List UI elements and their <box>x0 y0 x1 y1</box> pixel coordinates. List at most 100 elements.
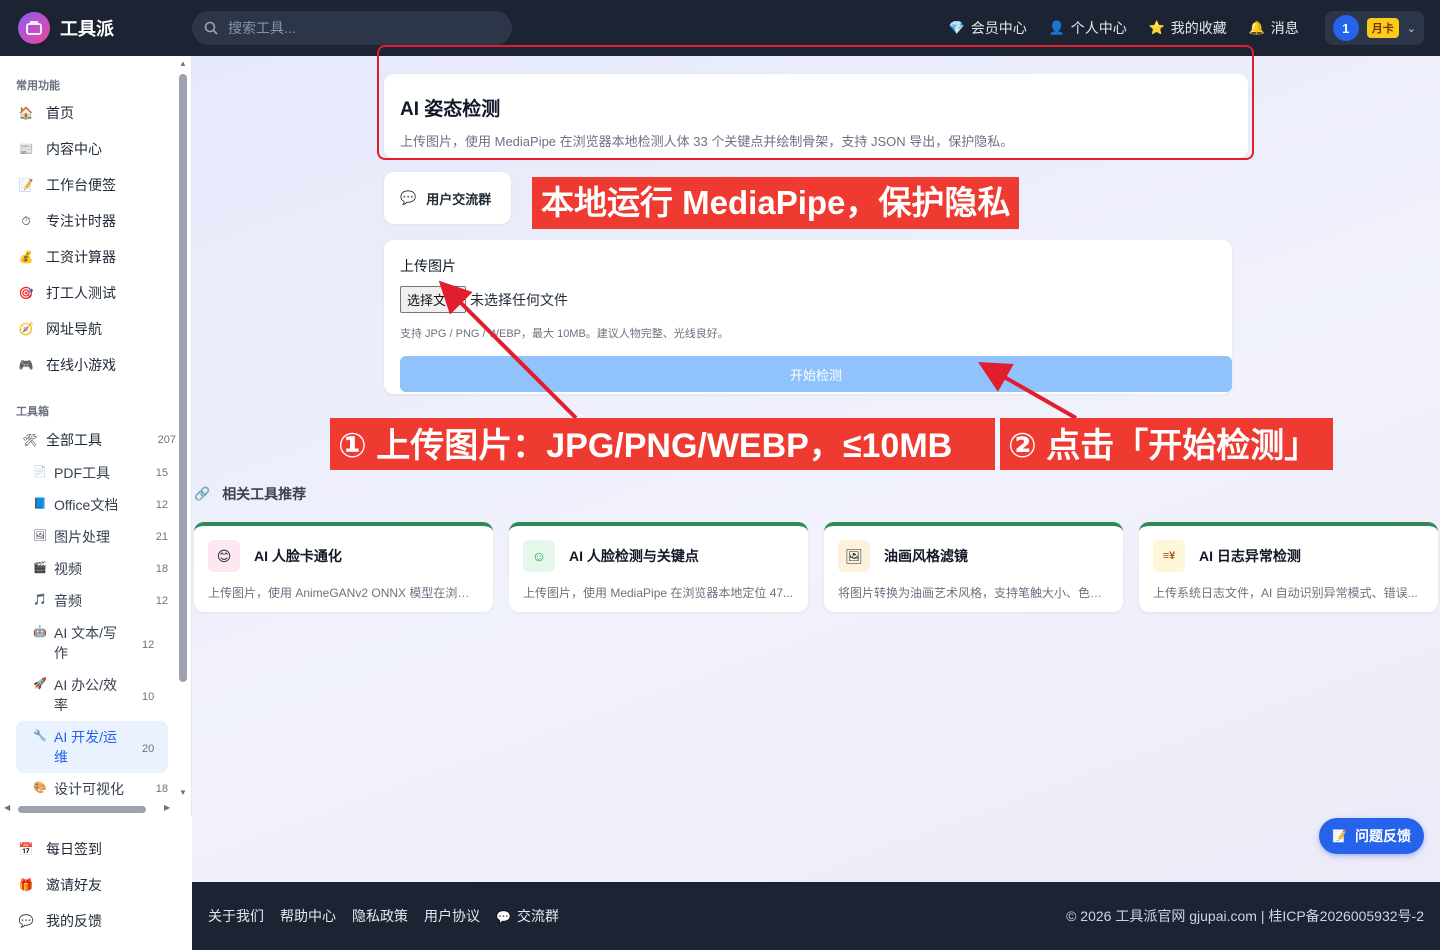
tool-name: 油画风格滤镜 <box>884 548 968 564</box>
sidebar-item-label: 设计可视化 <box>54 781 124 797</box>
gamepad-icon: 🎮 <box>18 358 34 372</box>
face-icon: ☺ <box>523 540 555 572</box>
home-icon: 🏠 <box>18 106 34 120</box>
user-icon: 👤 <box>1048 20 1065 35</box>
sidebar-item-my-feedback[interactable]: 💬 我的反馈 <box>16 911 168 931</box>
sidebar-item-all-tools[interactable]: 🛠 全部工具 207 <box>20 430 176 450</box>
tool-description: 上传图片，使用 AnimeGANv2 ONNX 模型在浏览... <box>208 586 479 600</box>
sidebar-item-label: 邀请好友 <box>46 877 102 893</box>
sidebar-item-label: AI 文本/写作 <box>54 625 118 661</box>
sidebar-item-worker-test[interactable]: 🎯 打工人测试 <box>16 283 168 303</box>
nav-label: 我的收藏 <box>1170 20 1227 36</box>
picture-frame-icon: 🖼 <box>838 540 870 572</box>
sidebar-item-home[interactable]: 🏠 首页 <box>16 103 168 123</box>
speech-bubble-icon: 💬 <box>496 910 511 924</box>
sidebar-item-label: 在线小游戏 <box>46 357 116 373</box>
scrollbar-thumb[interactable] <box>179 74 187 682</box>
tool-description: 上传系统日志文件，AI 自动识别异常模式、错误... <box>1153 586 1418 600</box>
annotation-step2: ② 点击「开始检测」 <box>1000 418 1333 470</box>
sidebar: 常用功能 🏠 首页 📰 内容中心 📝 工作台便签 ⏱ 专注计时器 💰 工资计算器 🎯 打工人… <box>0 56 192 950</box>
related-tool-card[interactable]: ≡¥ AI 日志异常检测 上传系统日志文件，AI 自动识别异常模式、错误... <box>1139 522 1438 612</box>
tool-count: 21 <box>155 531 168 543</box>
nav-favorites[interactable]: ⭐ 我的收藏 <box>1149 18 1227 38</box>
search-icon <box>204 21 218 35</box>
sidebar-item-games[interactable]: 🎮 在线小游戏 <box>16 355 168 375</box>
sidebar-item-label: 图片处理 <box>54 529 110 545</box>
sidebar-item-label: 网址导航 <box>46 321 102 337</box>
sidebar-item-invite[interactable]: 🎁 邀请好友 <box>16 875 168 895</box>
search-box[interactable] <box>192 11 512 45</box>
office-icon: 📘 <box>33 498 47 510</box>
tool-count: 18 <box>155 783 168 795</box>
sidebar-item-label: AI 开发/运维 <box>54 729 118 765</box>
image-icon: 🖼 <box>33 530 47 542</box>
robot-icon: 🤖 <box>33 626 47 638</box>
scroll-right-icon[interactable]: ▶ <box>164 803 170 812</box>
sidebar-item-label: 首页 <box>46 105 74 121</box>
sidebar-item-label: 打工人测试 <box>46 285 116 301</box>
arrow-to-upload <box>438 280 578 420</box>
sidebar-scroll-area: 常用功能 🏠 首页 📰 内容中心 📝 工作台便签 ⏱ 专注计时器 💰 工资计算器 🎯 打工人… <box>0 56 192 816</box>
sidebar-item-label: 全部工具 <box>46 432 102 448</box>
nav-label: 会员中心 <box>970 20 1027 36</box>
scroll-up-icon[interactable]: ▲ <box>179 59 187 68</box>
footer-link-about[interactable]: 关于我们 <box>208 906 264 926</box>
rocket-icon: 🚀 <box>33 678 47 690</box>
sidebar-item-label: 音频 <box>54 593 82 609</box>
sidebar-item-ai-writing[interactable]: 🤖 AI 文本/写作 <box>32 623 118 663</box>
tool-description: 将图片转换为油画艺术风格，支持笔触大小、色彩... <box>838 586 1109 600</box>
related-tool-card[interactable]: ☺ AI 人脸检测与关键点 上传图片，使用 MediaPipe 在浏览器本地定位 … <box>509 522 808 612</box>
sidebar-item-audio[interactable]: 🎵 音频 12 <box>32 591 168 611</box>
feedback-icon: 📝 <box>1332 829 1347 843</box>
related-tool-card[interactable]: 😊 AI 人脸卡通化 上传图片，使用 AnimeGANv2 ONNX 模型在浏览.… <box>194 522 493 612</box>
sidebar-item-content[interactable]: 📰 内容中心 <box>16 139 168 159</box>
sidebar-item-ai-devops[interactable]: 🔧 AI 开发/运维 <box>32 727 118 767</box>
sidebar-item-design[interactable]: 🎨 设计可视化 18 <box>32 779 168 799</box>
timer-icon: ⏱ <box>21 213 31 228</box>
sidebar-item-notes[interactable]: 📝 工作台便签 <box>16 175 168 195</box>
search-input[interactable] <box>228 20 488 36</box>
scroll-left-icon[interactable]: ◀ <box>4 803 10 812</box>
logo-icon <box>18 12 50 44</box>
user-menu[interactable]: 1 月卡 ⌄ <box>1324 11 1424 45</box>
scrollbar-thumb[interactable] <box>18 806 146 813</box>
footer-link-group[interactable]: 💬 交流群 <box>496 906 559 926</box>
related-tool-card[interactable]: 🖼 油画风格滤镜 将图片转换为油画艺术风格，支持笔触大小、色彩... <box>824 522 1123 612</box>
footer: 关于我们 帮助中心 隐私政策 用户协议 💬 交流群 © 2026 工具派官网 gj… <box>192 882 1440 950</box>
pdf-icon: 📄 <box>33 466 47 478</box>
scroll-down-icon[interactable]: ▼ <box>179 788 187 797</box>
calendar-icon: 📅 <box>18 842 34 856</box>
sidebar-item-salary[interactable]: 💰 工资计算器 <box>16 247 168 267</box>
compass-icon: 🧭 <box>18 322 34 336</box>
avatar: 1 <box>1332 15 1359 41</box>
related-tools-title: 🔗 相关工具推荐 <box>194 484 306 504</box>
sidebar-item-label: PDF工具 <box>54 465 110 481</box>
logo[interactable]: 工具派 <box>18 12 192 44</box>
sidebar-item-label: Office文档 <box>54 497 119 513</box>
footer-link-privacy[interactable]: 隐私政策 <box>352 906 408 926</box>
tool-count: 207 <box>157 434 176 446</box>
sidebar-vertical-scrollbar[interactable]: ▲ ▼ <box>178 59 188 806</box>
sidebar-item-office[interactable]: 📘 Office文档 12 <box>32 495 168 515</box>
annotation-step1: ① 上传图片：JPG/PNG/WEBP，≤10MB <box>330 418 995 470</box>
section-common-title: 常用功能 <box>16 80 60 92</box>
top-nav: 💎 会员中心 👤 个人中心 ⭐ 我的收藏 🔔 消息 1 月卡 ⌄ <box>949 11 1424 45</box>
footer-link-help[interactable]: 帮助中心 <box>280 906 336 926</box>
nav-profile[interactable]: 👤 个人中心 <box>1049 18 1127 38</box>
sidebar-item-url-nav[interactable]: 🧭 网址导航 <box>16 319 168 339</box>
feedback-button[interactable]: 📝 问题反馈 <box>1319 818 1424 854</box>
footer-link-terms[interactable]: 用户协议 <box>424 906 480 926</box>
sidebar-item-image[interactable]: 🖼 图片处理 21 <box>32 527 168 547</box>
tool-name: AI 日志异常检测 <box>1199 548 1301 564</box>
sidebar-item-label: 工资计算器 <box>46 249 116 265</box>
sidebar-item-label: 专注计时器 <box>46 213 116 229</box>
sidebar-item-pdf[interactable]: 📄 PDF工具 15 <box>32 463 168 483</box>
sidebar-bottom: 📅 每日签到 🎁 邀请好友 💬 我的反馈 <box>0 816 192 950</box>
nav-messages[interactable]: 🔔 消息 <box>1249 18 1299 38</box>
nav-vip[interactable]: 💎 会员中心 <box>949 18 1027 38</box>
sidebar-item-timer[interactable]: ⏱ 专注计时器 <box>16 211 168 231</box>
sidebar-horizontal-scrollbar[interactable]: ◀ ▶ <box>4 802 174 816</box>
sidebar-item-checkin[interactable]: 📅 每日签到 <box>16 839 168 859</box>
sidebar-item-video[interactable]: 🎬 视频 18 <box>32 559 168 579</box>
sidebar-item-ai-office[interactable]: 🚀 AI 办公/效率 <box>32 675 118 715</box>
